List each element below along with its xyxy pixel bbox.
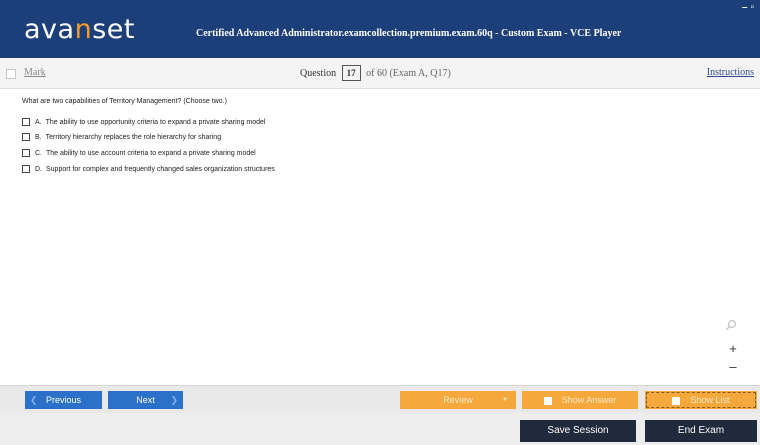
magnifier-icon[interactable] [725, 319, 737, 331]
show-list-checkbox[interactable] [672, 396, 681, 405]
option-text: The ability to use opportunity criteria … [45, 118, 266, 126]
option-checkbox[interactable] [22, 118, 30, 126]
question-counter: Question 17 of 60 (Exam A, Q17) [300, 65, 451, 81]
answer-option-b[interactable]: B. Territory hierarchy replaces the role… [22, 131, 221, 143]
show-answer-button[interactable]: Show Answer [522, 391, 638, 409]
question-total: of 60 (Exam A, Q17) [366, 68, 451, 79]
option-checkbox[interactable] [22, 149, 30, 157]
option-letter: A. [35, 118, 42, 126]
previous-button[interactable]: ❮ Previous [25, 391, 102, 409]
option-checkbox[interactable] [22, 165, 30, 173]
option-text: The ability to use account criteria to e… [46, 149, 256, 157]
chevron-left-icon: ❮ [30, 395, 38, 405]
show-answer-checkbox[interactable] [543, 396, 552, 405]
option-letter: C. [35, 149, 42, 157]
option-letter: D. [35, 165, 42, 173]
minimize-button[interactable]: – [742, 2, 748, 13]
show-list-button[interactable]: Show List [645, 391, 757, 409]
answer-option-d[interactable]: D. Support for complex and frequently ch… [22, 163, 275, 175]
end-exam-button[interactable]: End Exam [645, 420, 757, 442]
option-checkbox[interactable] [22, 133, 30, 141]
caret-down-icon: ▼ [502, 397, 508, 403]
option-text: Support for complex and frequently chang… [46, 165, 275, 173]
footer-bar: Save Session End Exam [0, 413, 760, 445]
zoom-out-button[interactable]: – [726, 359, 740, 375]
answer-option-c[interactable]: C. The ability to use account criteria t… [22, 147, 256, 159]
question-number-field[interactable]: 17 [341, 65, 361, 81]
mark-link[interactable]: Mark [24, 67, 46, 78]
option-letter: B. [35, 133, 42, 141]
app-logo: avanset [24, 14, 135, 45]
zoom-in-button[interactable]: + [726, 341, 740, 357]
answer-option-a[interactable]: A. The ability to use opportunity criter… [22, 116, 265, 128]
option-text: Territory hierarchy replaces the role hi… [45, 133, 222, 141]
review-button[interactable]: Review ▼ [400, 391, 516, 409]
chevron-right-icon: ❯ [170, 395, 178, 405]
question-text: What are two capabilities of Territory M… [22, 98, 227, 105]
window-controls: – ▫ [739, 2, 754, 13]
question-panel: What are two capabilities of Territory M… [0, 89, 760, 385]
title-bar: avanset Certified Advanced Administrator… [0, 0, 760, 58]
navigation-bar: ❮ Previous Next ❯ Review ▼ Show Answer S… [0, 385, 760, 413]
maximize-button[interactable]: ▫ [750, 2, 754, 13]
window-title: Certified Advanced Administrator.examcol… [196, 28, 622, 39]
save-session-button[interactable]: Save Session [520, 420, 636, 442]
question-header: Mark Question 17 of 60 (Exam A, Q17) Ins… [0, 58, 760, 89]
mark-checkbox[interactable] [6, 69, 16, 79]
next-button[interactable]: Next ❯ [108, 391, 183, 409]
instructions-link[interactable]: Instructions [707, 67, 754, 78]
question-label: Question [300, 68, 337, 79]
